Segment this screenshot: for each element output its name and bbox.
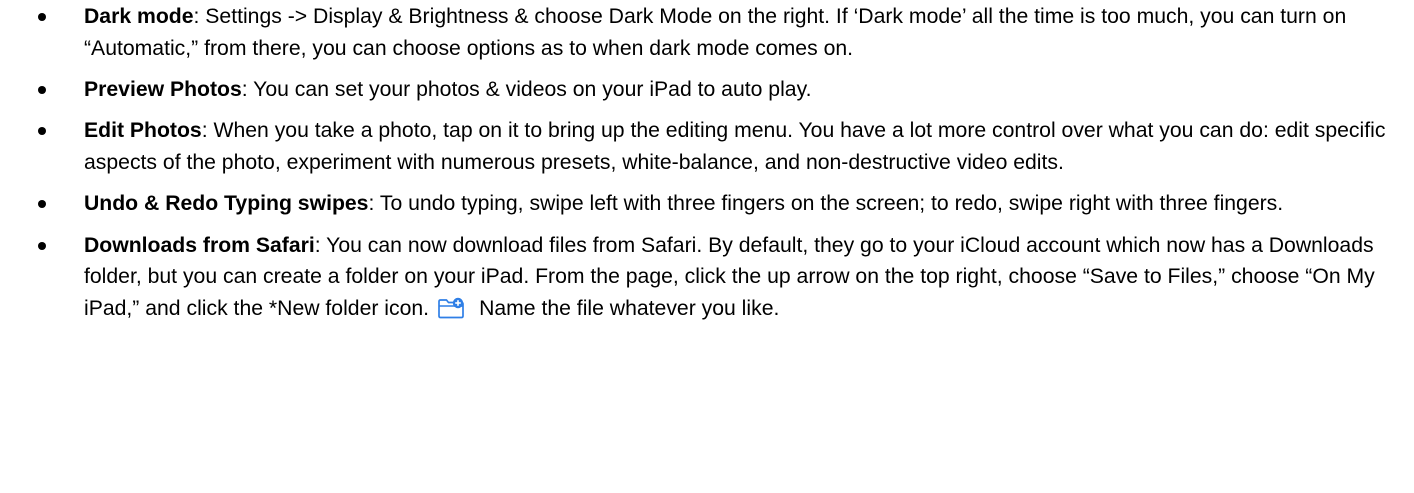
bullet-list: Dark mode: Settings -> Display & Brightn… xyxy=(0,1,1414,329)
list-item-dark-mode: Dark mode: Settings -> Display & Brightn… xyxy=(0,1,1414,64)
item-text: : When you take a photo, tap on it to br… xyxy=(84,119,1386,174)
list-item-undo-redo: Undo & Redo Typing swipes: To undo typin… xyxy=(0,188,1414,220)
bullet-dot xyxy=(38,200,46,209)
item-term: Dark mode xyxy=(84,5,194,28)
item-text: : To undo typing, swipe left with three … xyxy=(368,192,1284,216)
item-term: Preview Photos xyxy=(84,77,242,101)
new-folder-icon xyxy=(437,297,465,329)
document-page: Dark mode: Settings -> Display & Brightn… xyxy=(0,0,1414,493)
list-item-preview-photos: Preview Photos: You can set your photos … xyxy=(0,74,1414,106)
bullet-dot xyxy=(38,13,46,21)
item-text: : Settings -> Display & Brightness & cho… xyxy=(84,5,1347,60)
item-text: : You can set your photos & videos on yo… xyxy=(241,77,812,101)
item-term: Edit Photos xyxy=(84,119,202,143)
list-item-edit-photos: Edit Photos: When you take a photo, tap … xyxy=(0,115,1414,178)
item-term: Undo & Redo Typing swipes xyxy=(84,192,369,216)
item-text-after-icon: Name the file whatever you like. xyxy=(479,296,780,320)
item-term: Downloads from Safari xyxy=(84,233,315,257)
list-item-downloads-safari: Downloads from Safari: You can now downl… xyxy=(0,230,1414,329)
bullet-dot xyxy=(38,241,46,250)
bullet-dot xyxy=(38,85,46,94)
bullet-dot xyxy=(38,127,46,136)
